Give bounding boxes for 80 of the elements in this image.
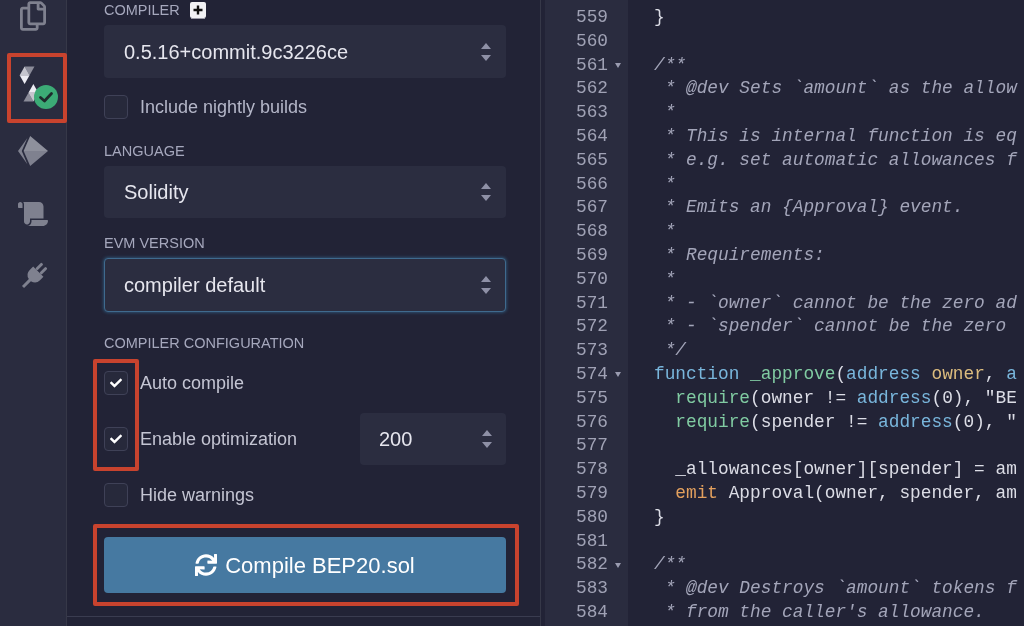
scroll-icon[interactable]: [18, 201, 48, 226]
line-number: 565: [575, 148, 608, 172]
compile-button[interactable]: Compile BEP20.sol: [104, 537, 506, 593]
select-field[interactable]: 0.5.16+commit.9c3226ce: [104, 25, 506, 78]
checkbox[interactable]: [104, 95, 128, 119]
code-line: }: [654, 505, 665, 529]
code-line: * @dev Sets `amount` as the allow: [663, 77, 1017, 101]
line-number: 572: [575, 315, 608, 339]
diamond-icon[interactable]: [18, 135, 48, 166]
sync-icon: [195, 554, 218, 576]
line-number: 581: [575, 529, 608, 553]
line-number: 560: [575, 29, 608, 53]
code-line: * Requirements:: [663, 243, 825, 267]
line-number: 562: [575, 77, 608, 101]
fold-caret-icon[interactable]: [615, 562, 621, 568]
code-line: *: [663, 267, 676, 291]
code-line: * Emits an {Approval} event.: [663, 196, 964, 220]
fold-caret-icon[interactable]: [615, 63, 621, 68]
line-number: 582: [575, 553, 608, 577]
fold-caret-icon[interactable]: [615, 372, 621, 378]
code-line: */: [663, 339, 686, 363]
line-number: 559: [575, 6, 608, 29]
line-number: 576: [575, 410, 608, 434]
up-down-arrows-icon: [481, 42, 491, 61]
line-number: 566: [575, 172, 608, 196]
line-number: 563: [575, 101, 608, 125]
checkbox[interactable]: [104, 483, 128, 507]
line-number: 578: [575, 458, 608, 482]
line-number: 575: [575, 386, 608, 410]
select-field[interactable]: compiler default: [104, 258, 506, 312]
line-number: 568: [575, 220, 608, 244]
up-down-arrows-icon: [481, 276, 491, 294]
code-line: require(owner != address(0), "BE: [674, 386, 1017, 410]
line-number: 577: [575, 434, 608, 458]
check-icon: [110, 433, 122, 445]
code-line: * from the caller's allowance.: [663, 600, 985, 624]
checkbox[interactable]: [104, 427, 128, 451]
code-line: function _approve(address owner, a: [654, 362, 1017, 386]
check-icon: [110, 377, 122, 389]
up-down-arrows-icon: [481, 183, 491, 201]
code-line: /**: [654, 53, 686, 77]
line-number: 571: [575, 291, 608, 315]
section-label: COMPILER CONFIGURATION: [104, 334, 305, 353]
code-line: * - `spender` cannot be the zero: [663, 315, 1007, 339]
checkbox[interactable]: [104, 371, 128, 395]
checkbox-label: Hide warnings: [140, 483, 255, 507]
line-number: 561: [575, 53, 608, 77]
code-line: _allowances[owner][spender] = am: [674, 458, 1017, 482]
number-field[interactable]: 200: [360, 413, 506, 465]
code-line: *: [663, 101, 676, 125]
checkbox-label: Auto compile: [140, 371, 245, 395]
line-number: 574: [575, 362, 608, 386]
up-down-arrows-icon: [482, 430, 492, 448]
line-number: 583: [575, 577, 608, 601]
select-field[interactable]: Solidity: [104, 166, 506, 218]
code-line: * @dev Destroys `amount` tokens f: [663, 577, 1017, 601]
documents-icon[interactable]: [20, 1, 46, 31]
code-line: require(spender != address(0), ": [674, 410, 1017, 434]
code-line: *: [663, 220, 676, 244]
code-line: *: [663, 172, 676, 196]
line-number: 567: [575, 196, 608, 220]
checkbox-label: Enable optimization: [140, 427, 298, 451]
line-number: 580: [575, 505, 608, 529]
line-number: 579: [575, 481, 608, 505]
line-number: 573: [575, 339, 608, 363]
code-line: * This is internal function is eq: [663, 125, 1017, 148]
code-line: emit Approval(owner, spender, am: [674, 481, 1017, 505]
line-number: 564: [575, 125, 608, 148]
checkbox-label: Include nightly builds: [140, 95, 308, 119]
code-line: }: [654, 6, 665, 29]
line-number: 569: [575, 243, 608, 267]
code-line: * - `owner` cannot be the zero ad: [663, 291, 1017, 315]
line-number: 570: [575, 267, 608, 291]
section-label: COMPILER: [104, 1, 180, 20]
section-label: EVM VERSION: [104, 234, 205, 253]
line-number: 584: [575, 600, 608, 624]
code-line: /**: [654, 553, 686, 577]
code-line: * e.g. set automatic allowances f: [663, 148, 1017, 172]
section-label: LANGUAGE: [104, 142, 185, 161]
plus-box-icon[interactable]: [189, 1, 206, 19]
